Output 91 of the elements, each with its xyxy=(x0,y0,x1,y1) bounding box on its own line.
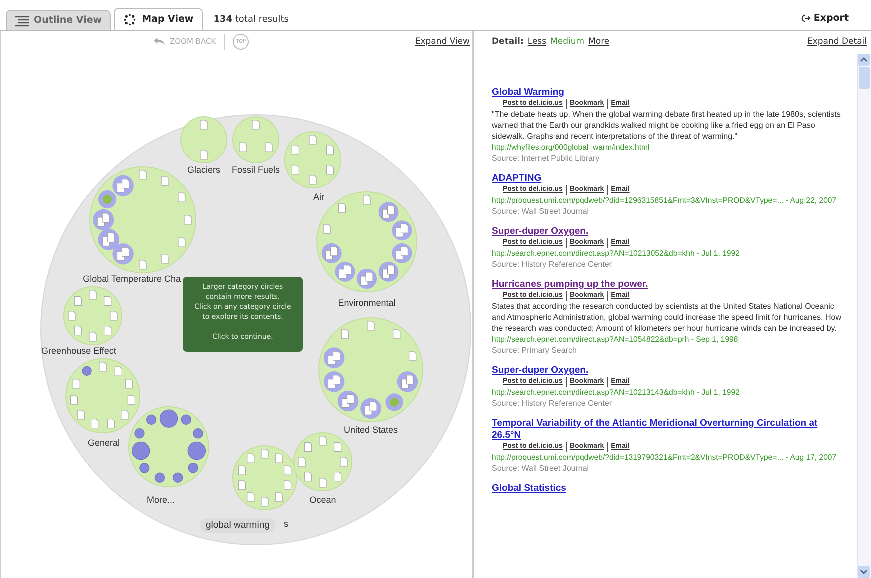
document-icon[interactable] xyxy=(252,120,260,130)
subgroup-circle[interactable] xyxy=(357,269,377,289)
sphere-icon[interactable] xyxy=(82,366,92,376)
result-title-link[interactable]: Super-duper Oxygen. xyxy=(492,365,843,377)
subgroup-circle[interactable] xyxy=(360,398,382,419)
subgroup-circle[interactable] xyxy=(324,348,345,368)
result-title-link[interactable]: Hurricanes pumping up the power. xyxy=(492,279,843,291)
results-count: 134 total results xyxy=(212,15,290,27)
view-tab[interactable]: Outline View xyxy=(6,10,112,30)
result-title-link[interactable]: ADAPTING xyxy=(492,173,843,185)
sphere-icon[interactable] xyxy=(188,462,198,474)
result-source: Source: Wall Street Journal xyxy=(492,463,590,474)
result-source: Source: History Reference Center xyxy=(492,398,614,409)
list-icon xyxy=(15,14,29,26)
document-icon[interactable] xyxy=(184,215,192,225)
subgroup-circle[interactable] xyxy=(378,202,399,222)
subgroup-circle[interactable] xyxy=(324,372,345,392)
document-icon[interactable] xyxy=(239,142,247,152)
sphere-icon[interactable] xyxy=(154,472,166,483)
sphere-icon[interactable] xyxy=(172,472,184,483)
category-label[interactable]: Glaciers xyxy=(188,165,220,175)
category-label[interactable]: Fossil Fuels xyxy=(232,165,280,175)
subgroup-circle[interactable] xyxy=(397,372,418,392)
scroll-up-icon[interactable] xyxy=(858,54,870,66)
subgroup-circle[interactable] xyxy=(93,209,114,231)
subgroup-circle[interactable] xyxy=(392,243,412,264)
document-icon[interactable] xyxy=(367,321,375,331)
document-icon[interactable] xyxy=(139,170,147,180)
category-label[interactable]: United States xyxy=(344,425,398,435)
document-icon[interactable] xyxy=(139,260,147,270)
document-icon[interactable] xyxy=(338,203,346,213)
expand-detail-link[interactable]: Expand Detail xyxy=(807,36,867,46)
detail-label: Detail: xyxy=(492,36,524,46)
result-description: "The debate heats up. When the global warming debate first heated up in the late 1980s, scientists warned that the Earth our grandkids walked might be cooking like a fried egg on an El Paso sidewalk. Graphs and recent interpretations of the threat of warming." xyxy=(492,109,842,142)
document-icon[interactable] xyxy=(323,224,331,234)
detail-option[interactable]: Less xyxy=(528,36,547,46)
sphere-icon[interactable] xyxy=(132,442,150,460)
subgroup-circle[interactable] xyxy=(386,394,404,412)
scroll-thumb[interactable] xyxy=(859,67,870,89)
document-icon[interactable] xyxy=(200,150,208,160)
root-topic-label[interactable]: global warming xyxy=(200,518,276,533)
category-label[interactable]: s xyxy=(284,519,288,529)
subgroup-circle[interactable] xyxy=(392,220,412,241)
sphere-icon[interactable] xyxy=(146,414,157,425)
result-title-link[interactable]: Temporal Variability of the Atlantic Meridional Overturning Circulation at 26.5°N xyxy=(492,418,843,442)
scrollbar[interactable] xyxy=(857,54,871,578)
result-source: Source: Wall Street Journal xyxy=(492,206,590,217)
category-label[interactable]: Ocean xyxy=(310,495,336,505)
category-circle[interactable] xyxy=(180,116,228,164)
expand-view-link[interactable]: Expand View xyxy=(415,36,470,46)
sphere-icon[interactable] xyxy=(193,428,204,439)
document-icon[interactable] xyxy=(393,330,401,340)
dots-circle-icon xyxy=(123,14,138,26)
result-description: States that according the research conducted by scientists at the United States National Oceanic and Atmospheric Administration, global warming could increase the speed limit for hurricanes. How the research was conducted; Amount of kilometers per hour hurricane winds can be increased by. xyxy=(492,301,843,334)
subgroup-circle[interactable] xyxy=(335,262,356,282)
view-tab[interactable]: Map View xyxy=(114,8,203,30)
category-label[interactable]: General xyxy=(88,438,120,448)
sphere-icon[interactable] xyxy=(140,462,150,474)
detail-option[interactable]: More xyxy=(588,36,610,46)
document-icon[interactable] xyxy=(200,120,208,130)
result-title-link[interactable]: Global Warming xyxy=(492,87,843,99)
subgroup-circle[interactable] xyxy=(378,262,399,282)
subgroup-circle[interactable] xyxy=(338,390,359,412)
scroll-down-icon[interactable] xyxy=(858,566,870,578)
category-label[interactable]: Air xyxy=(314,192,324,202)
sphere-icon[interactable] xyxy=(160,410,178,428)
subgroup-circle[interactable] xyxy=(112,244,134,265)
document-icon[interactable] xyxy=(265,142,273,152)
result-source: Source: Internet Public Library xyxy=(492,153,601,164)
back-arrow-icon xyxy=(153,37,166,46)
result-title-link[interactable]: Super-duper Oxygen. xyxy=(492,226,843,238)
document-icon[interactable] xyxy=(341,330,349,340)
result-title-link[interactable]: Global Statistics xyxy=(492,483,843,495)
subgroup-circle[interactable] xyxy=(322,243,342,264)
document-icon[interactable] xyxy=(409,352,417,362)
result-source: Source: Primary Search xyxy=(492,345,578,356)
document-icon[interactable] xyxy=(363,195,371,205)
export-button[interactable]: Export xyxy=(800,13,849,30)
detail-option[interactable]: Medium xyxy=(550,36,585,46)
category-label[interactable]: More... xyxy=(147,495,175,505)
result-source: Source: History Reference Center xyxy=(492,259,614,270)
category-label[interactable]: Greenhouse Effect xyxy=(42,346,116,356)
subgroup-circle[interactable] xyxy=(98,229,120,250)
subgroup-circle[interactable] xyxy=(98,190,116,209)
sphere-icon[interactable] xyxy=(188,442,206,460)
sphere-icon[interactable] xyxy=(181,414,192,425)
category-label[interactable]: Environmental xyxy=(338,298,396,308)
category-label[interactable]: Global Temperature Cha xyxy=(83,274,181,284)
subgroup-circle[interactable] xyxy=(112,175,134,196)
sphere-icon[interactable] xyxy=(134,428,145,439)
export-icon xyxy=(800,14,811,23)
